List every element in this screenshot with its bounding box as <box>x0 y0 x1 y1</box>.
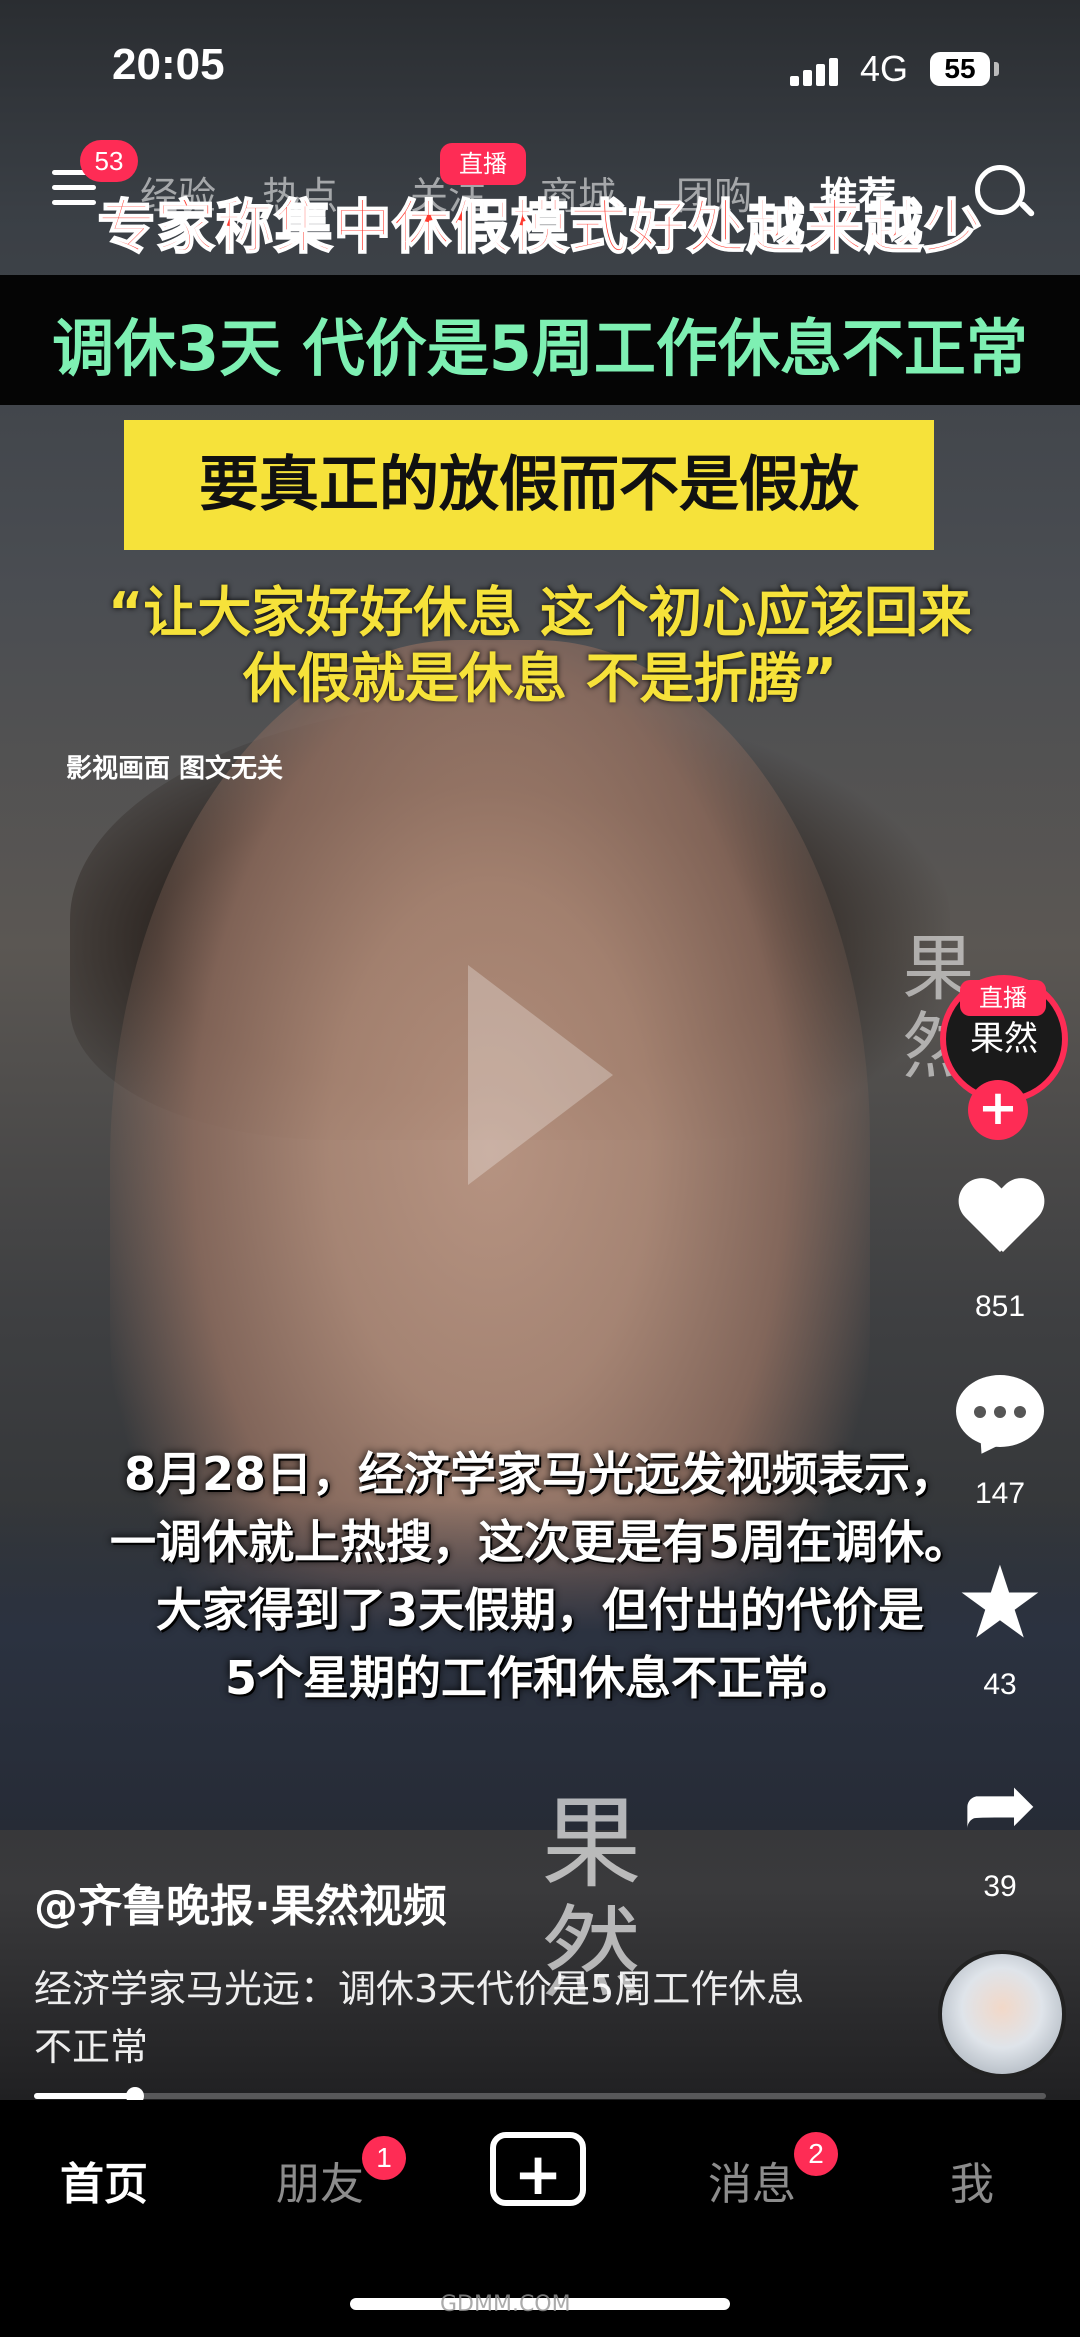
video-headline-green: 调休3天 代价是5周工作休息不正常 <box>52 312 1028 385</box>
battery-icon: 55 <box>930 52 990 86</box>
heart-icon <box>957 1180 1043 1260</box>
signal-icon <box>790 58 842 86</box>
share-icon: ➦ <box>962 1752 1038 1857</box>
comment-icon <box>956 1375 1044 1447</box>
quote-line-1: “让大家好好休息 这个初心应该回来 <box>107 581 973 644</box>
video-caption: 8月28日，经济学家马光远发视频表示， 一调休就上热搜，这次更是有5周在调休。 … <box>40 1440 1040 1712</box>
tab-friends[interactable]: 朋友 <box>276 2148 364 2212</box>
battery-tip <box>994 62 999 76</box>
tab-home[interactable]: 首页 <box>60 2148 148 2212</box>
messages-badge: 2 <box>794 2132 838 2176</box>
quote-line-2: 休假就是休息 不是折腾” <box>242 647 838 710</box>
music-disc-avatar[interactable] <box>938 1950 1066 2078</box>
caption-line: 一调休就上热搜，这次更是有5周在调休。 <box>109 1515 970 1569</box>
author-name[interactable]: @齐鲁晚报·果然视频 <box>34 1870 447 1934</box>
disclaimer-text: 影视画面 图文无关 <box>66 754 284 784</box>
avatar-live-badge: 直播 <box>960 980 1046 1016</box>
network-type: 4G <box>860 48 909 89</box>
menu-badge: 53 <box>80 140 138 182</box>
caption-line: 大家得到了3天假期，但付出的代价是 <box>155 1583 924 1637</box>
follow-button[interactable]: + <box>968 1080 1028 1140</box>
share-button[interactable]: ➦ 39 <box>930 1760 1070 1904</box>
status-time: 20:05 <box>112 40 225 89</box>
friends-badge: 1 <box>362 2136 406 2180</box>
share-count: 39 <box>983 1870 1017 1903</box>
favorite-count: 43 <box>983 1668 1017 1701</box>
quote-text: “让大家好好休息 这个初心应该回来 休假就是休息 不是折腾” <box>20 580 1060 712</box>
like-button[interactable]: 851 <box>930 1180 1070 1324</box>
video-headline-red: 专家称集中休假模式好处越来越少 <box>96 192 983 262</box>
star-icon: ★ <box>955 1544 1045 1661</box>
progress-fill <box>34 2093 136 2099</box>
favorite-button[interactable]: ★ 43 <box>930 1544 1070 1702</box>
status-bar: 20:05 4G 55 <box>0 0 1080 130</box>
caption-line: 8月28日，经济学家马光远发视频表示， <box>123 1447 957 1501</box>
yellow-banner: 要真正的放假而不是假放 <box>124 420 934 550</box>
live-badge: 直播 <box>440 143 526 185</box>
video-progress-bar[interactable] <box>34 2087 1046 2105</box>
like-count: 851 <box>974 1290 1026 1323</box>
site-watermark: GDMM.COM <box>440 2292 571 2317</box>
avatar-logo-text: 果然 <box>970 1019 1038 1059</box>
play-icon[interactable] <box>468 965 613 1185</box>
tab-me[interactable]: 我 <box>950 2148 994 2212</box>
caption-line: 5个星期的工作和休息不正常。 <box>224 1651 855 1705</box>
post-description[interactable]: 经济学家马光远：调休3天代价是5周工作休息不正常 <box>34 1960 824 2076</box>
comment-button[interactable]: 147 <box>930 1375 1070 1511</box>
comment-count: 147 <box>974 1477 1026 1510</box>
create-button[interactable]: + <box>490 2132 586 2208</box>
tab-messages[interactable]: 消息 <box>708 2148 796 2212</box>
